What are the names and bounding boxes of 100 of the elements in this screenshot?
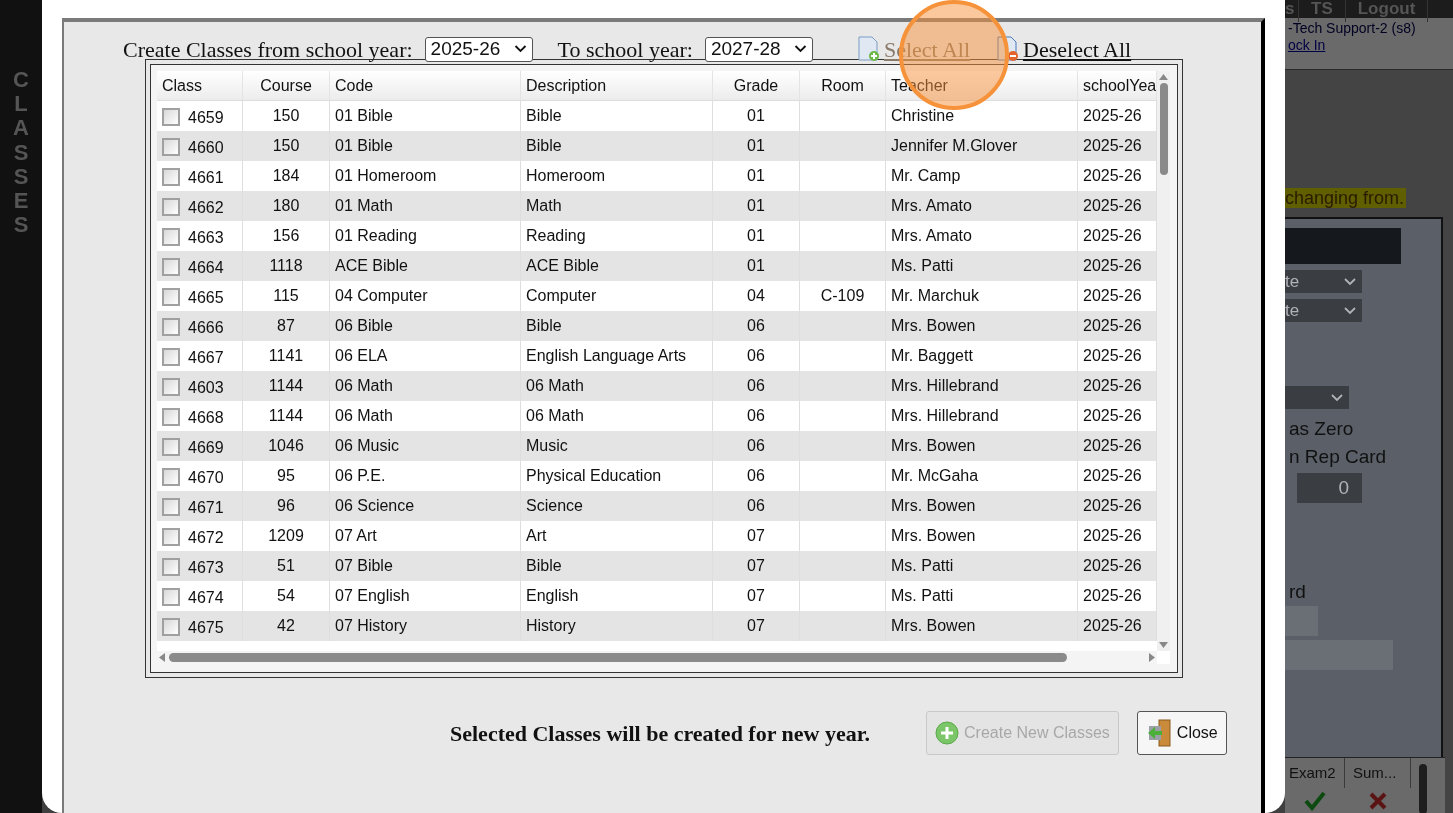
- table-cell-text: 2025-26: [1083, 436, 1142, 456]
- table-cell-text: 4669: [188, 437, 224, 458]
- checkbox[interactable]: [162, 108, 180, 126]
- checkbox[interactable]: [162, 168, 180, 186]
- table-cell-text: Mr. Camp: [891, 166, 961, 186]
- plus-circle-icon: [935, 721, 959, 745]
- checkbox[interactable]: [162, 258, 180, 276]
- column-header[interactable]: Course: [243, 71, 330, 100]
- table-cell-text: Mrs. Amato: [891, 226, 972, 246]
- table-cell-text: Ms. Patti: [891, 256, 954, 276]
- horizontal-scrollbar[interactable]: [157, 651, 1157, 664]
- checkbox[interactable]: [162, 198, 180, 216]
- table-cell-text: Ms. Patti: [891, 556, 954, 576]
- from-year-label: Create Classes from school year:: [123, 35, 413, 64]
- table-cell-text: 06 Science: [335, 496, 415, 516]
- info-message: Selected Classes will be created for new year.: [450, 719, 871, 748]
- table-cell-text: 06: [747, 436, 765, 456]
- table-cell-text: ACE Bible: [526, 256, 599, 276]
- checkbox[interactable]: [162, 318, 180, 336]
- close-button[interactable]: Close: [1136, 711, 1227, 755]
- checkbox[interactable]: [162, 378, 180, 396]
- table-cell-text: 2025-26: [1083, 466, 1142, 486]
- scroll-thumb[interactable]: [169, 653, 1067, 662]
- table-cell-text: 06: [747, 376, 765, 396]
- table-cell-text: 2025-26: [1083, 286, 1142, 306]
- dropdown[interactable]: te: [1285, 299, 1362, 322]
- to-year-select[interactable]: 2027-28: [704, 36, 813, 62]
- option-label: n Rep Card: [1289, 445, 1387, 469]
- checkbox[interactable]: [162, 498, 180, 516]
- column-header[interactable]: Code: [330, 71, 521, 100]
- table-cell-text: 01: [747, 256, 765, 276]
- table-cell-text: Science: [526, 496, 583, 516]
- checkbox[interactable]: [162, 408, 180, 426]
- table-cell-text: 2025-26: [1083, 316, 1142, 336]
- input-field[interactable]: [1285, 640, 1393, 670]
- table-cell-text: 184: [272, 166, 300, 186]
- table-cell-text: 51: [277, 556, 295, 576]
- scrollbar[interactable]: [1419, 764, 1427, 813]
- table-cell-text: 95: [277, 466, 295, 486]
- table-cell-text: 06 Bible: [335, 316, 393, 336]
- remove-document-icon: [996, 36, 1021, 62]
- table-cell-text: 4664: [188, 257, 224, 278]
- column-header: Sum...: [1345, 758, 1411, 788]
- table-cell-text: Ms. Patti: [891, 586, 954, 606]
- table-cell-text: Mrs. Hillebrand: [891, 406, 999, 426]
- checkbox[interactable]: [162, 528, 180, 546]
- clock-in-link[interactable]: ock In: [1288, 37, 1326, 53]
- table-cell-text: 96: [277, 496, 295, 516]
- deselect-all-link[interactable]: Deselect All: [1023, 32, 1132, 66]
- number-field[interactable]: 0: [1297, 473, 1362, 503]
- checkbox[interactable]: [162, 348, 180, 366]
- table-cell-text: 06 Math: [526, 376, 584, 396]
- table-cell-text: 4659: [188, 107, 224, 128]
- table-cell-text: 2025-26: [1083, 376, 1142, 396]
- table-cell-text: Mrs. Bowen: [891, 496, 976, 516]
- table-cell-text: 06: [747, 316, 765, 336]
- table-cell-text: Physical Education: [526, 466, 662, 486]
- table-cell-text: 4672: [188, 527, 224, 548]
- table-cell-text: Computer: [526, 286, 597, 306]
- input-field[interactable]: [1285, 606, 1318, 636]
- table-cell-text: 1209: [268, 526, 304, 546]
- table-cell-text: 4673: [188, 557, 224, 578]
- table-cell-text: 07 English: [335, 586, 410, 606]
- column-header[interactable]: Description: [521, 71, 713, 100]
- checkbox[interactable]: [162, 228, 180, 246]
- table-cell-text: 01: [747, 106, 765, 126]
- column-header[interactable]: Room: [800, 71, 886, 100]
- checkbox[interactable]: [162, 438, 180, 456]
- column-header[interactable]: Class: [157, 71, 243, 100]
- checkbox[interactable]: [162, 288, 180, 306]
- checkbox[interactable]: [162, 618, 180, 636]
- checkbox[interactable]: [162, 558, 180, 576]
- select-value: te: [1285, 300, 1300, 322]
- to-year-label: To school year:: [557, 35, 693, 64]
- scroll-thumb[interactable]: [1159, 83, 1168, 175]
- dropdown[interactable]: [1285, 386, 1349, 409]
- table-cell-text: English Language Arts: [526, 346, 687, 366]
- checkbox[interactable]: [162, 588, 180, 606]
- column-header[interactable]: Grade: [713, 71, 800, 100]
- checkbox[interactable]: [162, 468, 180, 486]
- scroll-left-icon: [159, 653, 165, 662]
- dropdown[interactable]: te: [1285, 270, 1362, 293]
- table-cell-text: 2025-26: [1083, 586, 1142, 606]
- checkbox[interactable]: [162, 138, 180, 156]
- table-cell-text: Bible: [526, 106, 562, 126]
- cross-icon: [1368, 791, 1388, 811]
- table-cell-text: 1144: [268, 406, 304, 426]
- vertical-scrollbar[interactable]: [1157, 71, 1170, 651]
- table-cell-text: 2025-26: [1083, 526, 1142, 546]
- from-year-select[interactable]: 2025-26: [424, 36, 533, 62]
- notice-text: changing from.: [1285, 188, 1407, 208]
- table-cell-text: 06: [747, 466, 765, 486]
- scroll-right-icon: [1149, 653, 1155, 662]
- table-cell-text: Bible: [526, 136, 562, 156]
- table-cell-text: 04 Computer: [335, 286, 428, 306]
- check-icon: [1304, 791, 1326, 811]
- table-cell-text: 07 History: [335, 616, 408, 636]
- table-cell-text: 2025-26: [1083, 106, 1142, 126]
- table-cell-text: 06 Music: [335, 436, 400, 456]
- table-cell-text: 4671: [188, 497, 224, 518]
